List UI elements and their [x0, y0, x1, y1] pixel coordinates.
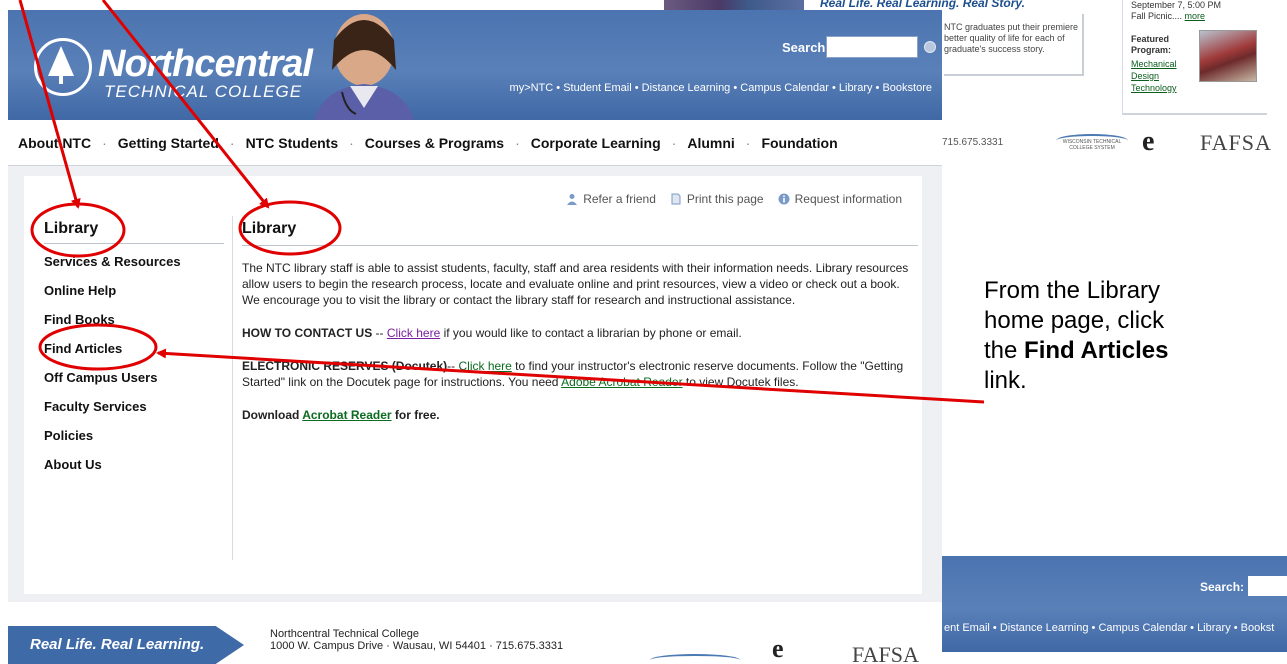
nav-foundation[interactable]: Foundation — [761, 135, 837, 151]
sidebar-item-faculty-services[interactable]: Faculty Services — [44, 397, 224, 426]
instruction-post: link. — [984, 367, 1027, 394]
main-nav: About NTC · Getting Started · NTC Studen… — [8, 120, 942, 166]
download-pre: Download — [242, 408, 303, 422]
news-line2: Fall Picnic.... — [1131, 11, 1183, 21]
brand-name: Northcentral — [98, 43, 313, 85]
column-divider — [232, 216, 233, 560]
site-footer: Real Life. Real Learning. Northcentral T… — [8, 624, 942, 664]
sidebar-item-online-help[interactable]: Online Help — [44, 281, 224, 310]
sidebar-item-find-articles[interactable]: Find Articles — [44, 339, 224, 368]
nurse-photo — [314, 14, 414, 120]
featured-photo — [1199, 30, 1257, 82]
nav-separator: · — [102, 134, 107, 151]
featured-label: Featured Program: — [1131, 34, 1172, 55]
news-box: September 7, 5:00 PM Fall Picnic.... mor… — [1122, 0, 1267, 115]
print-page-label: Print this page — [686, 192, 764, 206]
refer-friend-link[interactable]: Refer a friend — [566, 192, 656, 206]
contact-label: HOW TO CONTACT US — [242, 326, 373, 340]
info-icon — [778, 193, 790, 205]
search-input[interactable] — [826, 36, 918, 58]
top-links-copy[interactable]: ent Email • Distance Learning • Campus C… — [944, 622, 1274, 634]
search-label: Search: — [782, 40, 830, 55]
refer-friend-label: Refer a friend — [583, 192, 656, 206]
contact-click-here-link[interactable]: Click here — [387, 326, 440, 340]
page-title: Library — [242, 216, 918, 246]
fafsa-logo: FAFSA — [1200, 130, 1272, 155]
background-logo-strip: 715.675.3331 WISCONSIN TECHNICAL COLLEGE… — [942, 120, 1287, 166]
wtcs-logo: WISCONSIN TECHNICAL COLLEGE SYSTEM — [1056, 134, 1128, 156]
site-header: Northcentral TECHNICAL COLLEGE Search: m… — [8, 10, 942, 120]
contact-rest: if you would like to contact a librarian… — [440, 326, 742, 340]
featured-program-link[interactable]: Mechanical Design Technology — [1131, 59, 1177, 93]
content-panel: Refer a friend Print this page Request i… — [24, 176, 922, 594]
reserves-label: ELECTRONIC RESERVES (Docutek) — [242, 359, 448, 373]
footer-address: Northcentral Technical College 1000 W. C… — [270, 628, 563, 652]
nav-getting-started[interactable]: Getting Started — [118, 135, 219, 151]
footer-fafsa-logo: FAFSA — [852, 642, 919, 664]
footer-tagline-banner: Real Life. Real Learning. — [8, 626, 244, 664]
nav-corporate-learning[interactable]: Corporate Learning — [531, 135, 661, 151]
nav-alumni[interactable]: Alumni — [687, 135, 734, 151]
footer-wtcs-logo — [650, 654, 740, 664]
contact-separator: -- — [372, 326, 387, 340]
reserves-paragraph: ELECTRONIC RESERVES (Docutek)-- Click he… — [242, 358, 918, 390]
nav-about-ntc[interactable]: About NTC — [18, 135, 91, 151]
footer-college-name: Northcentral Technical College — [270, 628, 419, 640]
brand-subtitle: TECHNICAL COLLEGE — [104, 82, 303, 101]
search-input-copy[interactable] — [1248, 576, 1287, 596]
footer-etech-logo: e — [772, 634, 784, 663]
reserves-text-2: to view Docutek files. — [682, 375, 799, 389]
instruction-bold: Find Articles — [1024, 337, 1169, 364]
download-post: for free. — [391, 408, 440, 422]
etech-logo: e — [1142, 126, 1155, 157]
top-links[interactable]: my>NTC • Student Email • Distance Learni… — [510, 82, 932, 94]
sidebar-item-policies[interactable]: Policies — [44, 426, 224, 455]
nav-separator: · — [229, 134, 235, 151]
download-paragraph: Download Acrobat Reader for free. — [242, 407, 918, 423]
footer-street: 1000 W. Campus Drive · Wausau, WI 54401 … — [270, 640, 564, 652]
content-area: Refer a friend Print this page Request i… — [8, 166, 942, 602]
news-more-link[interactable]: more — [1185, 11, 1206, 21]
search-label-copy: Search: — [1200, 580, 1245, 594]
sidebar-item-services[interactable]: Services & Resources — [44, 252, 224, 281]
reserves-separator: -- — [447, 359, 459, 373]
screenshot-stage: { "bg_top": { "spotlight_title": "Real L… — [0, 0, 1287, 664]
contact-paragraph: HOW TO CONTACT US -- Click here if you w… — [242, 325, 918, 341]
news-line1: September 7, 5:00 PM — [1131, 0, 1222, 10]
reserves-click-here-link[interactable]: Click here — [458, 359, 511, 373]
intro-paragraph: The NTC library staff is able to assist … — [242, 261, 909, 307]
sidebar-item-off-campus[interactable]: Off Campus Users — [44, 368, 224, 397]
main-content: Library The NTC library staff is able to… — [242, 216, 918, 440]
instruction-callout: From the Library home page, click the Fi… — [984, 276, 1204, 396]
print-page-link[interactable]: Print this page — [670, 192, 764, 206]
sidebar-item-find-books[interactable]: Find Books — [44, 310, 224, 339]
request-info-label: Request information — [794, 192, 902, 206]
search-go-button[interactable] — [924, 41, 936, 53]
utility-links: Refer a friend Print this page Request i… — [552, 192, 902, 206]
sidebar-item-about-us[interactable]: About Us — [44, 455, 224, 484]
footer-tagline: Real Life. Real Learning. — [30, 636, 205, 653]
acrobat-reader-link[interactable]: Acrobat Reader — [302, 408, 391, 422]
phone-fragment: 715.675.3331 — [942, 137, 1004, 148]
nav-separator: · — [671, 134, 677, 151]
document-icon — [671, 193, 681, 205]
background-header-copy: Search: ent Email • Distance Learning • … — [942, 556, 1287, 652]
request-info-link[interactable]: Request information — [778, 192, 902, 206]
spotlight-text: NTC graduates put their premiere better … — [944, 22, 1079, 54]
sidebar-title: Library — [44, 216, 224, 244]
nav-separator: · — [349, 134, 354, 151]
nav-separator: · — [745, 134, 751, 151]
spotlight-title: Real Life. Real Learning. Real Story. — [820, 0, 1025, 10]
person-icon — [567, 194, 578, 205]
nav-ntc-students[interactable]: NTC Students — [246, 135, 339, 151]
nav-courses-programs[interactable]: Courses & Programs — [365, 135, 504, 151]
adobe-reader-link[interactable]: Adobe Acrobat Reader — [561, 375, 682, 389]
pine-tree-icon — [48, 46, 74, 84]
library-sidebar: Library Services & Resources Online Help… — [44, 216, 224, 484]
nav-separator: · — [515, 134, 520, 151]
